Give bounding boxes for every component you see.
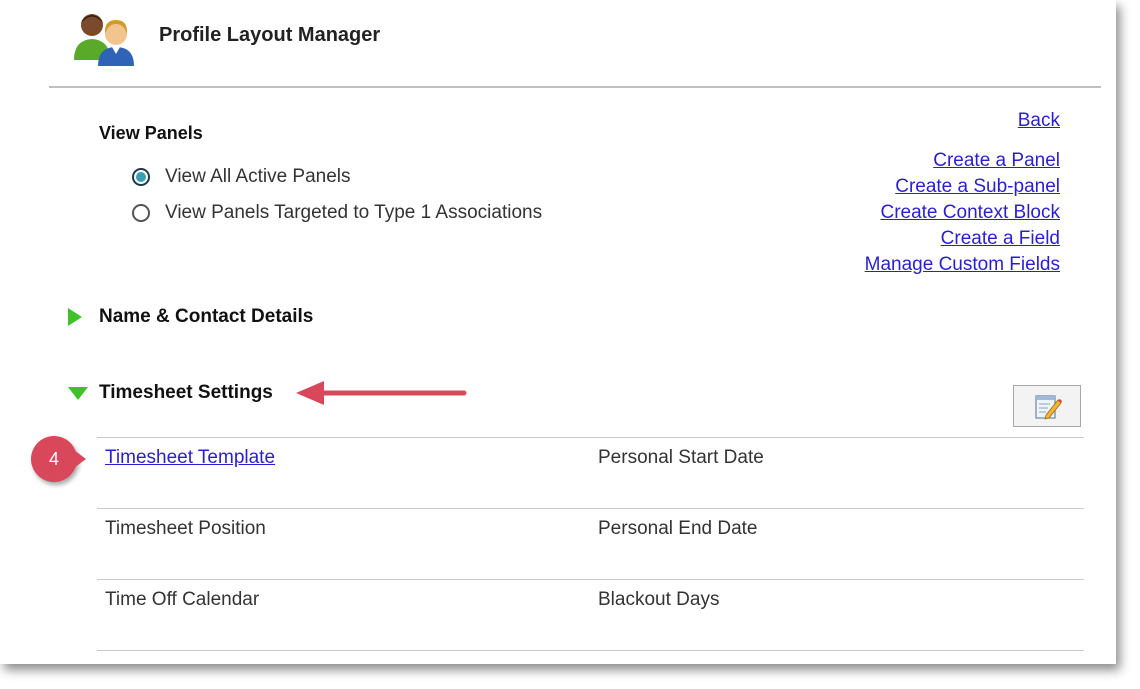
- field-label: Time Off Calendar: [105, 589, 260, 610]
- header-divider: [49, 86, 1101, 88]
- field-label: Blackout Days: [598, 589, 720, 610]
- create-panel-link[interactable]: Create a Panel: [865, 148, 1060, 174]
- create-field-link[interactable]: Create a Field: [865, 226, 1060, 252]
- radio-view-targeted-panels[interactable]: View Panels Targeted to Type 1 Associati…: [132, 202, 542, 224]
- back-link[interactable]: Back: [865, 108, 1060, 134]
- step-badge: 4: [31, 436, 86, 482]
- header: [70, 8, 140, 68]
- manage-custom-fields-link[interactable]: Manage Custom Fields: [865, 252, 1060, 278]
- field-label: Timesheet Position: [105, 518, 266, 539]
- section-name-contact-details[interactable]: Name & Contact Details: [68, 306, 313, 328]
- section-label: Name & Contact Details: [99, 306, 314, 327]
- radio-button-selected[interactable]: [132, 168, 150, 186]
- annotation-arrow: [296, 381, 467, 405]
- section-label: Timesheet Settings: [99, 382, 273, 403]
- table-row: Time Off Calendar Blackout Days: [97, 579, 1084, 651]
- page-title: Profile Layout Manager: [159, 24, 381, 46]
- edit-button[interactable]: [1013, 385, 1081, 427]
- view-panels-heading: View Panels: [99, 123, 203, 143]
- profile-layout-manager-page: Profile Layout Manager View Panels View …: [0, 0, 1116, 664]
- create-sub-panel-link[interactable]: Create a Sub-panel: [865, 174, 1060, 200]
- radio-label: View Panels Targeted to Type 1 Associati…: [165, 202, 543, 223]
- section-timesheet-settings[interactable]: Timesheet Settings: [68, 382, 273, 404]
- radio-button[interactable]: [132, 204, 150, 222]
- field-label: Personal Start Date: [598, 447, 764, 468]
- collapse-triangle-icon[interactable]: [68, 386, 88, 400]
- expand-triangle-icon[interactable]: [68, 308, 82, 326]
- action-links: Back Create a Panel Create a Sub-panel C…: [865, 108, 1060, 278]
- table-row: Timesheet Template Personal Start Date: [97, 437, 1084, 508]
- timesheet-template-link[interactable]: Timesheet Template: [105, 447, 275, 468]
- users-icon: [74, 14, 134, 66]
- radio-label: View All Active Panels: [165, 166, 351, 187]
- timesheet-fields-table: Timesheet Template Personal Start Date T…: [97, 437, 1084, 651]
- edit-icon: [1035, 395, 1062, 420]
- table-row: Timesheet Position Personal End Date: [97, 508, 1084, 579]
- create-context-block-link[interactable]: Create Context Block: [865, 200, 1060, 226]
- field-label: Personal End Date: [598, 518, 758, 539]
- radio-view-all-active-panels[interactable]: View All Active Panels: [132, 166, 351, 188]
